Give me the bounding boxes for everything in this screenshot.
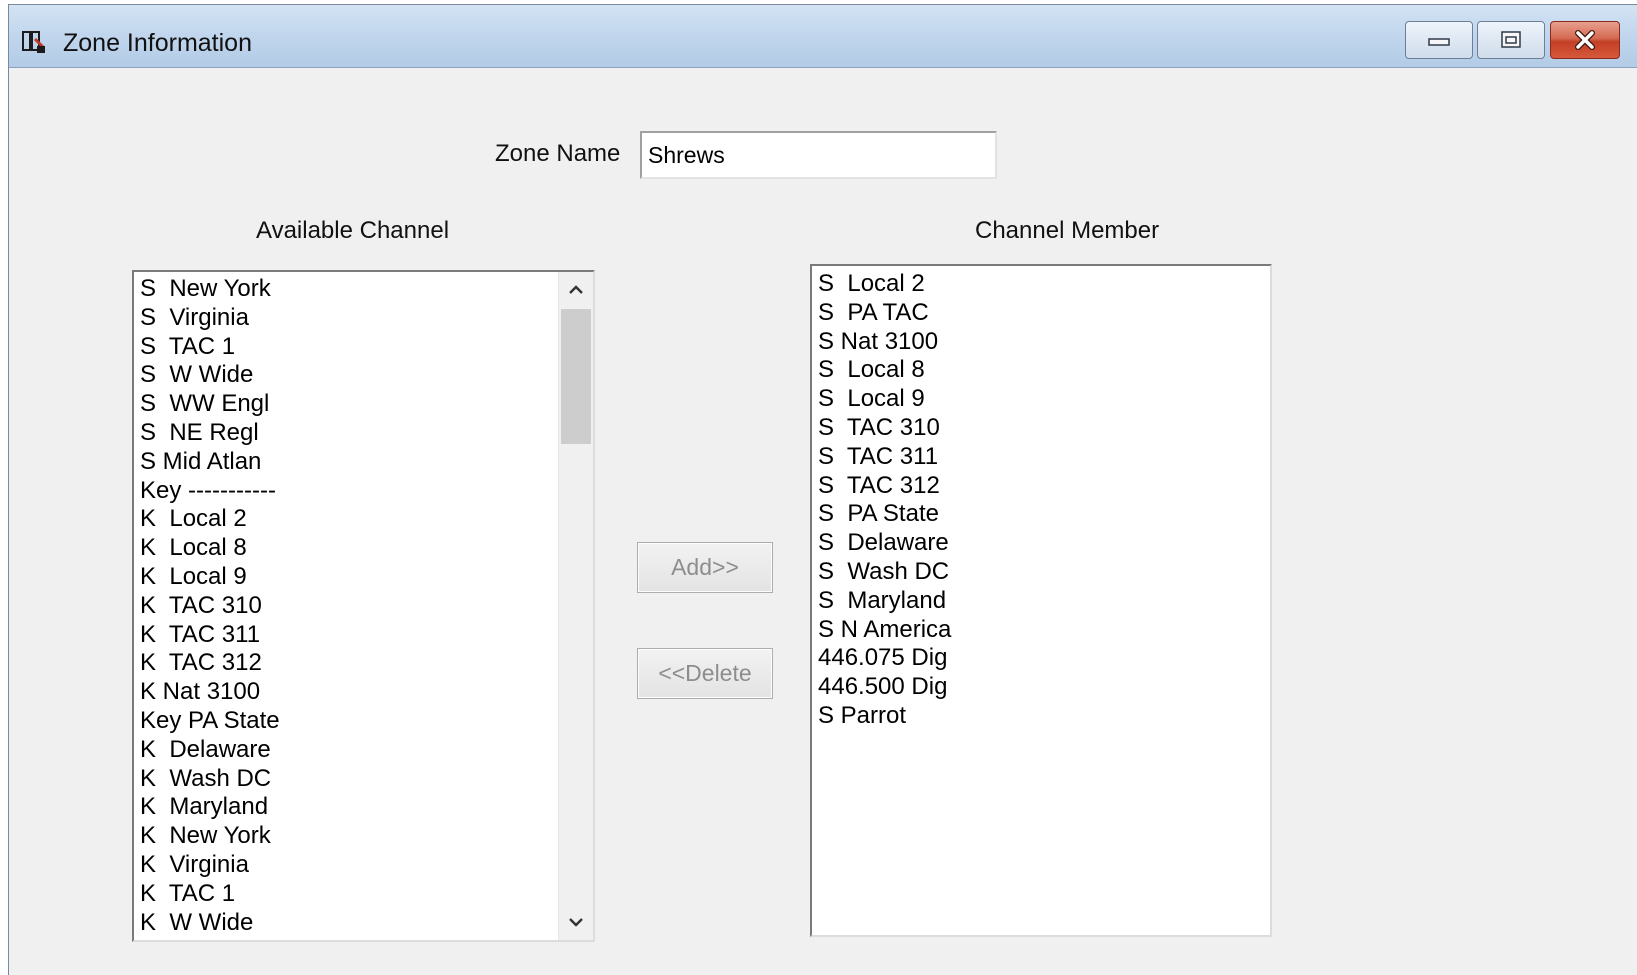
zone-app-icon xyxy=(22,31,45,53)
list-item[interactable]: K New York xyxy=(140,822,280,851)
list-item[interactable]: 446.075 Dig xyxy=(818,644,951,673)
list-item[interactable]: Key ----------- xyxy=(140,477,280,506)
list-item[interactable]: K Local 2 xyxy=(140,505,280,534)
list-item[interactable]: S Local 8 xyxy=(818,356,951,385)
window-title: Zone Information xyxy=(63,29,252,57)
list-item[interactable]: K Maryland xyxy=(140,793,280,822)
list-item[interactable]: K Wash DC xyxy=(140,765,280,794)
list-item[interactable]: K Local 9 xyxy=(140,563,280,592)
list-item[interactable]: 446.500 Dig xyxy=(818,673,951,702)
list-item[interactable]: S NE Regl xyxy=(140,419,280,448)
list-item[interactable]: Key PA State xyxy=(140,707,280,736)
list-item[interactable]: S WW Engl xyxy=(140,390,280,419)
list-item[interactable]: K TAC 310 xyxy=(140,592,280,621)
delete-button[interactable]: <<Delete xyxy=(637,648,773,699)
list-item[interactable]: S Local 2 xyxy=(818,270,951,299)
list-item[interactable]: S PA TAC xyxy=(818,299,951,328)
list-item[interactable]: S Delaware xyxy=(818,529,951,558)
list-item[interactable]: K Virginia xyxy=(140,851,280,880)
scroll-thumb[interactable] xyxy=(561,309,591,444)
channel-member-label: Channel Member xyxy=(975,217,1160,244)
chevron-up-icon xyxy=(569,285,583,294)
list-item[interactable]: S Mid Atlan xyxy=(140,448,280,477)
dialog-body: Zone Name Available Channel Channel Memb… xyxy=(9,68,1637,975)
minimize-icon xyxy=(1428,38,1450,46)
list-item[interactable]: S Wash DC xyxy=(818,558,951,587)
list-item[interactable]: K TAC 312 xyxy=(140,649,280,678)
list-item[interactable]: K Delaware xyxy=(140,736,280,765)
list-item[interactable]: S PA State xyxy=(818,500,951,529)
list-item[interactable]: S N America xyxy=(818,616,951,645)
list-item[interactable]: S Parrot xyxy=(818,702,951,731)
title-bar[interactable]: Zone Information xyxy=(9,5,1637,68)
list-item[interactable]: S TAC 1 xyxy=(140,333,280,362)
maximize-icon xyxy=(1501,31,1521,48)
channel-member-items: S Local 2S PA TAC S Nat 3100 S Local 8S Lo… xyxy=(818,270,951,731)
available-channel-label: Available Channel xyxy=(256,217,450,244)
list-item[interactable]: S Virginia xyxy=(140,304,280,333)
available-channel-scrollbar[interactable] xyxy=(558,272,593,940)
list-item[interactable]: S Nat 3100 xyxy=(818,328,951,357)
list-item[interactable]: S Maryland xyxy=(818,587,951,616)
close-button[interactable] xyxy=(1550,21,1620,59)
add-button[interactable]: Add>> xyxy=(637,542,773,593)
channel-member-listbox[interactable]: S Local 2S PA TAC S Nat 3100 S Local 8S Lo… xyxy=(810,264,1272,937)
list-item[interactable]: K W Wide xyxy=(140,909,280,938)
list-item[interactable]: K Nat 3100 xyxy=(140,678,280,707)
zone-name-label: Zone Name xyxy=(495,140,621,167)
scroll-up-button[interactable] xyxy=(559,272,593,308)
list-item[interactable]: S TAC 310 xyxy=(818,414,951,443)
minimize-button[interactable] xyxy=(1405,21,1473,59)
list-item[interactable]: S Local 9 xyxy=(818,385,951,414)
list-item[interactable]: K Local 8 xyxy=(140,534,280,563)
list-item[interactable]: S TAC 312 xyxy=(818,472,951,501)
list-item[interactable]: S TAC 311 xyxy=(818,443,951,472)
scroll-down-button[interactable] xyxy=(559,904,593,940)
list-item[interactable]: K TAC 311 xyxy=(140,621,280,650)
available-channel-items: S New York S Virginia S TAC 1S W Wide S WW … xyxy=(140,275,280,937)
available-channel-listbox[interactable]: S New York S Virginia S TAC 1S W Wide S WW … xyxy=(132,270,595,942)
list-item[interactable]: K TAC 1 xyxy=(140,880,280,909)
list-item[interactable]: S New York xyxy=(140,275,280,304)
zone-information-window: Zone Information Zone Name Available Cha… xyxy=(8,4,1637,975)
list-item[interactable]: S W Wide xyxy=(140,361,280,390)
zone-name-input[interactable] xyxy=(640,131,997,179)
close-icon xyxy=(1575,30,1595,50)
chevron-down-icon xyxy=(569,918,583,927)
maximize-button[interactable] xyxy=(1477,21,1545,59)
